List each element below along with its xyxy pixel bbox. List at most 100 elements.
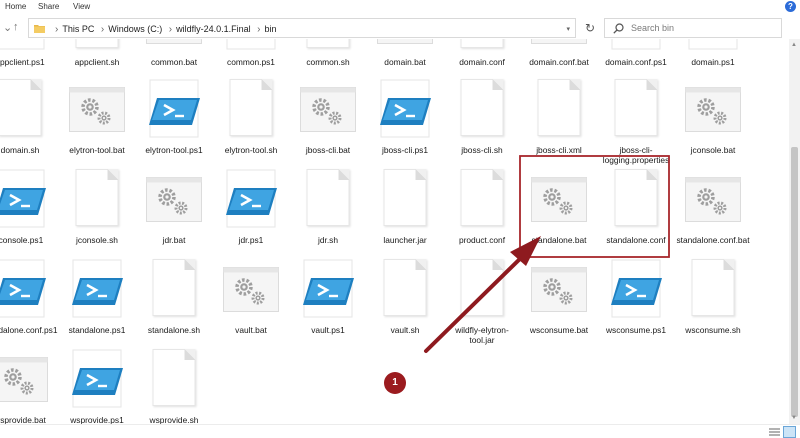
file-item[interactable]: elytron-tool.bat: [59, 79, 135, 169]
powershell-file-icon: [380, 79, 431, 138]
address-bar[interactable]: › This PC › Windows (C:) › wildfly-24.0.1.F…: [28, 18, 576, 38]
file-name: jconsole.ps1: [0, 235, 44, 245]
file-item[interactable]: standalone.bat: [521, 169, 597, 259]
file-name: domain.sh: [0, 145, 40, 155]
file-name: common.bat: [150, 57, 198, 67]
batch-file-gear-icon: [531, 267, 587, 312]
file-item[interactable]: vault.bat: [213, 259, 289, 349]
file-item[interactable]: vault.ps1: [290, 259, 366, 349]
search-input[interactable]: [631, 23, 777, 33]
file-item[interactable]: common.ps1: [213, 39, 289, 81]
breadcrumb-wildfly[interactable]: wildfly-24.0.1.Final: [176, 24, 251, 34]
file-name: domain.conf.bat: [529, 57, 589, 67]
breadcrumb-bin[interactable]: bin: [264, 24, 276, 34]
file-item[interactable]: elytron-tool.ps1: [136, 79, 212, 169]
file-item[interactable]: jdr.bat: [136, 169, 212, 259]
file-item[interactable]: wsconsume.bat: [521, 259, 597, 349]
file-name: jdr.ps1: [238, 235, 264, 245]
document-file-icon: [614, 79, 658, 136]
file-name: vault.sh: [390, 325, 420, 335]
file-item[interactable]: domain.conf.bat: [521, 39, 597, 81]
powershell-file-icon: [149, 79, 200, 138]
batch-file-gear-icon: [685, 177, 741, 222]
file-item[interactable]: domain.ps1: [675, 39, 751, 81]
file-item[interactable]: standalone.conf: [598, 169, 674, 259]
file-item[interactable]: jboss-cli.sh: [444, 79, 520, 169]
batch-file-gear-icon: [146, 177, 202, 222]
scrollbar-thumb[interactable]: [791, 147, 798, 417]
file-name: jboss-cli.bat: [305, 145, 351, 155]
file-item[interactable]: product.conf: [444, 169, 520, 259]
file-item[interactable]: wsconsume.sh: [675, 259, 751, 349]
file-item[interactable]: domain.sh: [0, 79, 58, 169]
file-item[interactable]: jboss-cli.ps1: [367, 79, 443, 169]
file-item[interactable]: wsconsume.ps1: [598, 259, 674, 349]
breadcrumb-this-pc[interactable]: This PC: [62, 24, 94, 34]
file-item[interactable]: wildfly-elytron-tool.jar: [444, 259, 520, 349]
large-icons-view-icon[interactable]: [783, 426, 796, 438]
powershell-file-icon: [303, 259, 354, 318]
file-item[interactable]: standalone.conf.ps1: [0, 259, 58, 349]
file-item[interactable]: appclient.ps1: [0, 39, 58, 81]
file-name: domain.conf.ps1: [605, 57, 667, 67]
file-item[interactable]: jconsole.ps1: [0, 169, 58, 259]
recent-locations-chevron-icon[interactable]: ⌄: [3, 21, 12, 34]
file-item[interactable]: domain.bat: [367, 39, 443, 81]
document-file-icon: [383, 169, 427, 226]
file-item[interactable]: domain.conf: [444, 39, 520, 81]
document-file-icon: [383, 259, 427, 316]
scroll-up-icon[interactable]: ▲: [791, 42, 797, 48]
file-item[interactable]: standalone.conf.bat: [675, 169, 751, 259]
file-item[interactable]: wsprovide.bat: [0, 349, 58, 424]
file-item[interactable]: wsprovide.sh: [136, 349, 212, 424]
document-file-icon: [152, 259, 196, 316]
batch-file-gear-icon: [377, 39, 433, 44]
up-arrow-icon[interactable]: ↑: [13, 21, 19, 33]
file-item[interactable]: jboss-cli.xml: [521, 79, 597, 169]
file-item[interactable]: jboss-cli.bat: [290, 79, 366, 169]
help-icon[interactable]: ?: [785, 1, 796, 12]
file-name: wsprovide.sh: [149, 415, 199, 424]
file-item[interactable]: common.sh: [290, 39, 366, 81]
file-view[interactable]: appclient.ps1 appclient.sh common.bat commo…: [0, 39, 789, 424]
vertical-scrollbar[interactable]: ▲ ▼: [789, 39, 800, 424]
file-item[interactable]: appclient.sh: [59, 39, 135, 81]
tab-home[interactable]: Home: [5, 2, 26, 11]
breadcrumb-windows-c[interactable]: Windows (C:): [108, 24, 162, 34]
address-dropdown-icon[interactable]: ▾: [566, 25, 570, 33]
document-file-icon: [0, 79, 42, 136]
document-file-icon: [460, 259, 504, 316]
file-item[interactable]: jdr.sh: [290, 169, 366, 259]
tab-share[interactable]: Share: [38, 2, 59, 11]
tab-view[interactable]: View: [73, 2, 90, 11]
powershell-file-icon: [72, 259, 123, 318]
document-file-icon: [691, 259, 735, 316]
refresh-icon[interactable]: ↻: [580, 19, 600, 37]
file-item[interactable]: common.bat: [136, 39, 212, 81]
file-name: wsconsume.bat: [529, 325, 589, 335]
file-item[interactable]: standalone.ps1: [59, 259, 135, 349]
file-item[interactable]: jboss-cli-logging.properties: [598, 79, 674, 169]
file-name: jboss-cli.sh: [461, 145, 503, 155]
scroll-down-icon[interactable]: ▼: [791, 415, 797, 421]
search-box[interactable]: [604, 18, 782, 38]
file-name: elytron-tool.sh: [224, 145, 278, 155]
file-item[interactable]: jdr.ps1: [213, 169, 289, 259]
file-item[interactable]: domain.conf.ps1: [598, 39, 674, 81]
file-item[interactable]: vault.sh: [367, 259, 443, 349]
file-item[interactable]: jconsole.sh: [59, 169, 135, 259]
file-item[interactable]: elytron-tool.sh: [213, 79, 289, 169]
file-item[interactable]: launcher.jar: [367, 169, 443, 259]
file-name: common.ps1: [227, 57, 275, 67]
powershell-file-icon: [0, 259, 46, 318]
batch-file-gear-icon: [146, 39, 202, 44]
file-item[interactable]: jconsole.bat: [675, 79, 751, 169]
document-file-icon: [306, 169, 350, 226]
file-item[interactable]: standalone.sh: [136, 259, 212, 349]
file-name: jboss-cli-logging.properties: [602, 145, 670, 165]
file-name: jdr.sh: [317, 235, 339, 245]
details-view-icon[interactable]: [769, 427, 780, 437]
file-name: standalone.bat: [531, 235, 587, 245]
status-bar: [0, 424, 800, 438]
file-item[interactable]: wsprovide.ps1: [59, 349, 135, 424]
